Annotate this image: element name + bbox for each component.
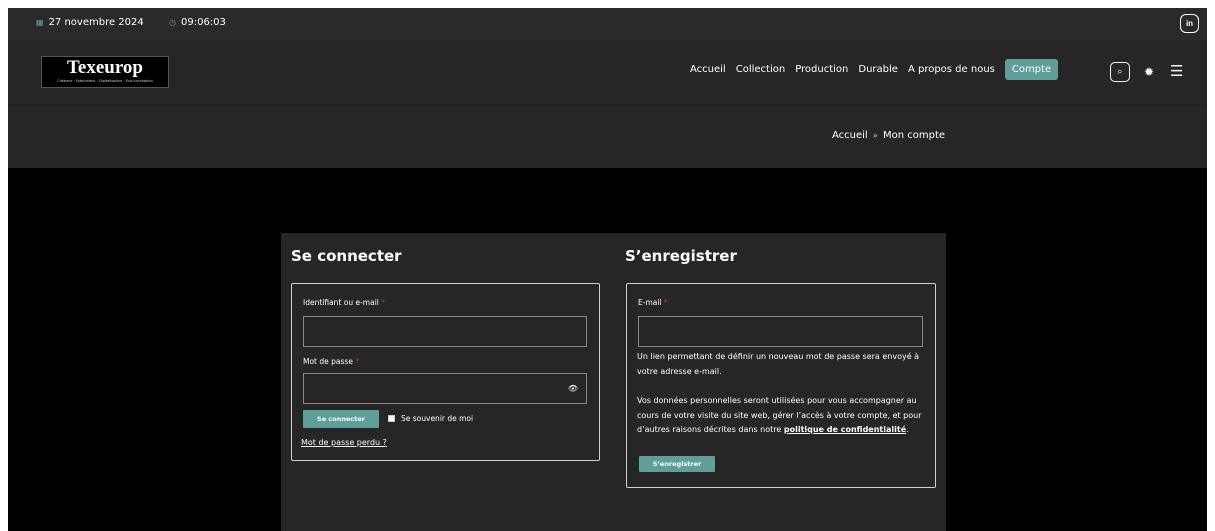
breadcrumb-current: Mon compte (883, 130, 946, 141)
remember-label: Se souvenir de moi (401, 414, 474, 423)
main-nav: Accueil Collection Production Durable A … (690, 59, 1059, 80)
nav-item-production[interactable]: Production (795, 64, 848, 75)
privacy-text: Vos données personnelles seront utilisée… (637, 394, 927, 438)
lost-password-link[interactable]: Mot de passe perdu ? (301, 438, 387, 447)
register-form: E-mail * Un lien permettant de définir u… (626, 283, 936, 488)
eye-icon[interactable]: 👁 (568, 384, 578, 393)
linkedin-label: in (1185, 19, 1194, 28)
time-text: 09:06:03 (180, 17, 226, 28)
required-mark: * (381, 298, 386, 307)
required-mark: * (663, 298, 668, 307)
theme-toggle-button[interactable]: ✹ (1144, 65, 1154, 79)
username-label: Identifiant ou e-mail * (303, 298, 385, 307)
remember-me[interactable]: Se souvenir de moi (388, 414, 473, 423)
username-input[interactable] (303, 316, 587, 347)
date-text: 27 novembre 2024 (48, 17, 144, 28)
password-label-text: Mot de passe (303, 357, 353, 366)
password-info-text: Un lien permettant de définir un nouveau… (637, 352, 920, 376)
nav-item-durable[interactable]: Durable (858, 64, 898, 75)
privacy-text-after: . (906, 425, 909, 434)
date-display: ▦ 27 novembre 2024 (36, 17, 144, 28)
top-info-bar: ▦ 27 novembre 2024 ◷ 09:06:03 in (8, 8, 1207, 40)
register-title: S’enregistrer (625, 247, 737, 265)
nav-item-a-propos[interactable]: A propos de nous (908, 64, 995, 75)
remember-checkbox[interactable] (388, 415, 395, 422)
email-input[interactable] (638, 316, 923, 347)
email-label-text: E-mail (638, 298, 662, 307)
nav-item-accueil[interactable]: Accueil (690, 64, 726, 75)
calendar-icon: ▦ (36, 18, 44, 27)
privacy-policy-link[interactable]: politique de confidentialité (784, 425, 906, 434)
site-header: Texeurop Créateur · Fabricateur · Digita… (8, 40, 1207, 105)
login-button[interactable]: Se connecter (303, 410, 379, 428)
search-button[interactable]: ⌕ (1110, 62, 1130, 82)
breadcrumb-home[interactable]: Accueil (832, 130, 868, 141)
password-input[interactable]: 👁 (303, 373, 587, 404)
register-button[interactable]: S’enregistrer (639, 456, 715, 472)
login-form: Identifiant ou e-mail * Mot de passe * 👁… (291, 283, 600, 461)
logo-name: Texeurop (66, 57, 144, 78)
hamburger-icon: ☰ (1170, 62, 1184, 80)
menu-button[interactable]: ☰ (1170, 62, 1183, 80)
logo-tagline: Créateur · Fabricateur · Digitalisateur … (57, 79, 153, 83)
password-label: Mot de passe * (303, 357, 359, 366)
required-mark: * (355, 357, 360, 366)
time-display: ◷ 09:06:03 (169, 17, 226, 28)
site-logo[interactable]: Texeurop Créateur · Fabricateur · Digita… (41, 56, 169, 88)
nav-item-collection[interactable]: Collection (736, 64, 785, 75)
clock-icon: ◷ (169, 18, 176, 27)
search-icon: ⌕ (1117, 67, 1123, 77)
username-label-text: Identifiant ou e-mail (303, 298, 379, 307)
email-label: E-mail * (638, 298, 668, 307)
account-card: Se connecter Identifiant ou e-mail * Mot… (281, 233, 946, 531)
breadcrumb: Accueil » Mon compte (832, 130, 945, 141)
linkedin-icon[interactable]: in (1180, 14, 1199, 33)
page: ▦ 27 novembre 2024 ◷ 09:06:03 in Texeuro… (8, 8, 1207, 531)
breadcrumb-separator: » (872, 131, 878, 140)
nav-item-compte[interactable]: Compte (1004, 59, 1059, 80)
page-header-band: Accueil » Mon compte (8, 105, 1207, 168)
login-title: Se connecter (291, 247, 402, 265)
sun-icon: ✹ (1144, 65, 1155, 79)
